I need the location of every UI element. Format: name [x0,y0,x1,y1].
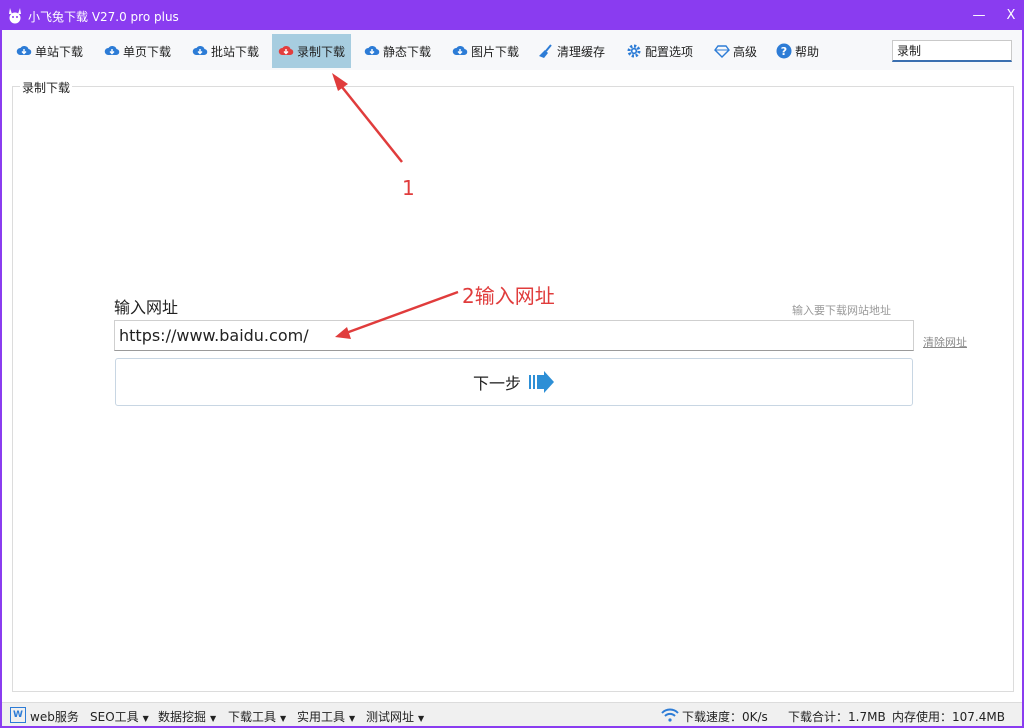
toolbar-item-label: 配置选项 [645,44,694,59]
app-window: 小飞兔下载 V27.0 pro plus — X 单站下载 单页下载 批站下载 … [0,0,1024,728]
status-menu-download-tools[interactable]: 下载工具 ▼ [228,708,286,725]
status-menu-label: web服务 [30,710,79,724]
toolbar-record-download[interactable]: 录制下载 [272,34,352,68]
cloud-download-icon [16,45,32,56]
toolbar-item-label: 批站下载 [211,44,260,59]
status-menu-data-mining[interactable]: 数据挖掘 ▼ [158,708,216,725]
rabbit-logo-icon [9,8,21,24]
status-bar: W web服务 SEO工具 ▼ 数据挖掘 ▼ 下载工具 ▼ 实用工具 ▼ 测试网址 ▼ 下… [2,702,1022,726]
toolbar-single-site-download[interactable]: 单站下载 [10,34,89,68]
status-menu-label: 下载工具 [228,710,277,724]
cloud-download-red-icon [278,45,294,56]
annotation-step-1: 1 [402,176,415,200]
toolbar-batch-site-download[interactable]: 批站下载 [186,34,265,68]
cloud-download-icon [452,45,468,56]
arrow-right-icon [529,371,554,393]
status-menu-label: 数据挖掘 [158,710,207,724]
status-menu-web-service[interactable]: web服务 [30,708,79,725]
status-menu-utilities[interactable]: 实用工具 ▼ [297,708,355,725]
toolbar-help[interactable]: ? 帮助 [770,34,825,68]
caret-down-icon: ▼ [349,714,356,723]
toolbar-item-label: 单页下载 [123,44,172,59]
web-service-icon: W [10,707,26,723]
url-label: 输入网址 [114,298,179,317]
next-step-button[interactable]: 下一步 [115,358,913,406]
toolbar-image-download[interactable]: 图片下载 [446,34,525,68]
caret-down-icon: ▼ [418,714,425,723]
status-menu-label: SEO工具 [90,710,139,724]
svg-text:?: ? [781,45,787,58]
gear-icon [627,44,641,58]
wifi-icon [661,708,679,722]
url-input[interactable] [114,320,914,351]
diamond-icon [714,45,730,58]
status-menu-label: 测试网址 [366,710,415,724]
toolbar-item-label: 静态下载 [383,44,432,59]
next-step-label: 下一步 [472,374,521,393]
status-menu-test-url[interactable]: 测试网址 ▼ [366,708,424,725]
annotation-step-2: 2输入网址 [462,284,555,308]
caret-down-icon: ▼ [210,714,217,723]
close-button[interactable]: X [1000,6,1022,26]
title-bar: 小飞兔下载 V27.0 pro plus — X [2,2,1022,30]
cloud-download-icon [364,45,380,56]
toolbar-item-label: 单站下载 [35,44,84,59]
cloud-download-icon [104,45,120,56]
toolbar-item-label: 高级 [733,44,758,59]
download-speed: 下载速度：0K/s [682,710,768,724]
caret-down-icon: ▼ [280,714,287,723]
window-title: 小飞兔下载 V27.0 pro plus [28,10,179,24]
toolbar-advanced[interactable]: 高级 [708,34,763,68]
memory-usage: 内存使用：107.4MB [892,710,1005,724]
toolbar-settings[interactable]: 配置选项 [620,34,699,68]
broom-icon [539,44,552,58]
toolbar-single-page-download[interactable]: 单页下载 [98,34,177,68]
toolbar-item-label: 帮助 [795,44,820,59]
toolbar-clear-cache[interactable]: 清理缓存 [532,34,611,68]
toolbar-static-download[interactable]: 静态下载 [358,34,437,68]
group-title: 录制下载 [20,79,73,96]
clear-url-link[interactable]: 清除网址 [923,334,967,350]
toolbar-item-label: 录制下载 [297,44,346,59]
download-total: 下载合计：1.7MB [788,710,886,724]
status-menu-seo-tools[interactable]: SEO工具 ▼ [90,708,149,725]
help-icon: ? [776,43,792,59]
cloud-download-icon [192,45,208,56]
main-toolbar: 单站下载 单页下载 批站下载 录制下载 静态下载 图片下载 清理缓存 配置选项 [2,30,1022,70]
caret-down-icon: ▼ [142,714,149,723]
status-menu-label: 实用工具 [297,710,346,724]
toolbar-search-input[interactable] [892,40,1012,62]
minimize-button[interactable]: — [968,6,990,26]
url-hint: 输入要下载网站地址 [792,304,891,317]
toolbar-item-label: 清理缓存 [557,44,606,59]
toolbar-item-label: 图片下载 [471,44,520,59]
